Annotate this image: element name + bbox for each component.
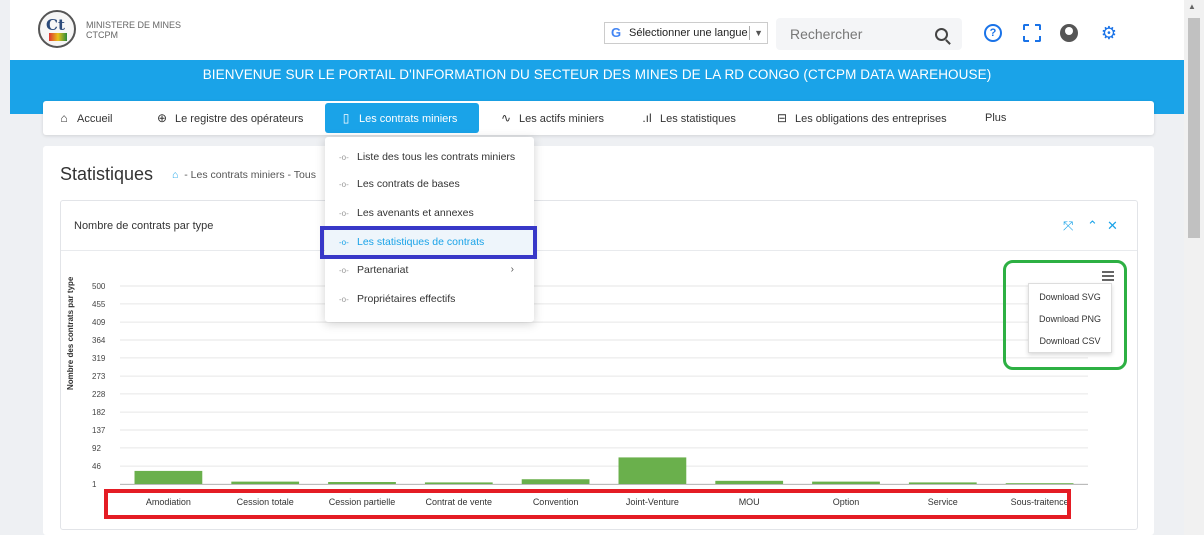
dropdown-label: Liste des tous les contrats miniers [357, 151, 516, 163]
y-tick-label: 228 [92, 390, 106, 399]
bar-contrat-de-vente[interactable] [424, 482, 493, 484]
nav-item-obligations[interactable]: ⊟ Les obligations des entreprises [775, 101, 947, 135]
y-tick-label: 137 [92, 426, 106, 435]
y-tick-label: 1 [92, 480, 97, 489]
document-icon: ▯ [342, 111, 350, 125]
nav-item-accueil[interactable]: ⌂ Accueil [57, 101, 112, 135]
top-bar [10, 0, 1184, 60]
page-title: Statistiques [60, 164, 154, 184]
dropdown-label: Partenariat [357, 264, 409, 276]
chevron-right-icon: › [510, 264, 514, 275]
bullet-icon: -o- [339, 266, 349, 275]
dropdown-item-liste[interactable]: -o- Liste des tous les contrats miniers [325, 144, 534, 170]
search-input[interactable]: Rechercher [776, 18, 962, 50]
bar-service[interactable] [908, 482, 977, 484]
nav-item-statistiques[interactable]: .ıl Les statistiques [640, 101, 736, 135]
y-axis-label: Nombre des contrats par type [66, 276, 75, 390]
nav-label: Plus [985, 112, 1007, 124]
y-tick-label: 455 [92, 300, 106, 309]
bar-mou[interactable] [715, 480, 784, 484]
nav-label: Accueil [77, 113, 113, 125]
banner-title: BIENVENUE SUR LE PORTAIL D'INFORMATION D… [202, 67, 992, 82]
bar-option[interactable] [812, 481, 880, 484]
dropdown-label: Propriétaires effectifs [357, 293, 456, 305]
categories-highlight [104, 489, 1071, 519]
bullet-icon: -o- [339, 209, 349, 218]
search-icon[interactable] [935, 28, 948, 41]
google-icon: G [611, 25, 622, 40]
dropdown-arrow-icon: ▼ [749, 26, 763, 40]
y-tick-label: 92 [92, 444, 101, 453]
scroll-up-icon[interactable]: ▲ [1188, 2, 1196, 11]
dropdown-item-bases[interactable]: -o- Les contrats de bases [325, 171, 534, 197]
export-menu-highlight [1003, 260, 1127, 370]
fullscreen-icon[interactable] [1023, 24, 1041, 42]
org-line-1: MINISTERE DE MINES [86, 20, 182, 30]
logo-text: Ct [46, 16, 65, 34]
nav-item-contrats[interactable]: ▯ Les contrats miniers [325, 103, 479, 133]
dropdown-item-proprietaires[interactable]: -o- Propriétaires effectifs [325, 286, 534, 312]
bullet-icon: -o- [339, 153, 349, 162]
dropdown-label: Les contrats de bases [357, 178, 460, 190]
globe-icon: ⊕ [156, 111, 168, 125]
y-tick-label: 319 [92, 354, 106, 363]
y-tick-label: 409 [92, 318, 106, 327]
dropdown-item-partenariat[interactable]: -o- Partenariat › [325, 257, 534, 283]
nav-label: Les actifs miniers [519, 113, 604, 125]
expand-icon[interactable]: ⤧ [1063, 218, 1073, 234]
bar-joint-venture[interactable] [618, 457, 687, 484]
bar-cession-partielle[interactable] [328, 482, 396, 484]
nav-item-plus[interactable]: Plus [985, 101, 1006, 135]
nav-label: Les statistiques [660, 113, 736, 125]
language-select[interactable]: G Sélectionner une langue ▼ [604, 22, 768, 44]
dropdown-item-avenants[interactable]: -o- Les avenants et annexes [325, 200, 534, 226]
collapse-icon[interactable]: ⌃ [1087, 218, 1098, 234]
bar-chart: 14692137182228273319364409455500Amodiati… [92, 282, 1088, 507]
user-icon[interactable] [1060, 24, 1078, 42]
scrollbar-thumb[interactable] [1188, 18, 1200, 238]
bullet-icon: -o- [339, 295, 349, 304]
home-icon: ⌂ [60, 111, 68, 125]
nav-item-actifs[interactable]: ∿ Les actifs miniers [499, 101, 604, 135]
y-tick-label: 182 [92, 408, 106, 417]
activity-icon: ∿ [500, 111, 512, 125]
y-tick-label: 364 [92, 336, 106, 345]
dropdown-label: Les avenants et annexes [357, 207, 474, 219]
ministry-logo[interactable]: Ct [38, 10, 76, 48]
org-line-2: CTCPM [86, 30, 118, 40]
main-nav: ⌂ Accueil ⊕ Le registre des opérateurs ▯ Le… [43, 101, 1154, 135]
breadcrumb-path[interactable]: - Les contrats miniers - Tous [184, 169, 316, 181]
nav-item-registre[interactable]: ⊕ Le registre des opérateurs [155, 101, 303, 135]
language-select-label: Sélectionner une langue [629, 27, 748, 39]
help-icon[interactable]: ? [984, 24, 1002, 42]
nav-label: Le registre des opérateurs [175, 113, 304, 125]
y-tick-label: 500 [92, 282, 106, 291]
nav-label: Les obligations des entreprises [795, 113, 947, 125]
search-placeholder: Rechercher [790, 26, 863, 42]
bar-amodiation[interactable] [134, 470, 203, 484]
bar-convention[interactable] [521, 479, 590, 484]
breadcrumb: ⌂ - Les contrats miniers - Tous [172, 169, 316, 181]
bar-cession-totale[interactable] [231, 481, 300, 484]
home-icon[interactable]: ⌂ [172, 169, 178, 181]
bullet-icon: -o- [339, 180, 349, 189]
y-tick-label: 46 [92, 462, 101, 471]
y-tick-label: 273 [92, 372, 106, 381]
bar-chart-icon: .ıl [642, 111, 652, 125]
table-icon: ⊟ [776, 111, 788, 125]
divider [61, 250, 1137, 251]
chart-card-title: Nombre de contrats par type [74, 220, 214, 232]
selected-item-highlight [320, 226, 537, 259]
nav-label: Les contrats miniers [359, 113, 458, 125]
organization-name: MINISTERE DE MINES CTCPM [86, 20, 181, 40]
settings-icon[interactable]: ⚙ [1100, 24, 1118, 42]
close-icon[interactable]: ✕ [1107, 218, 1118, 234]
